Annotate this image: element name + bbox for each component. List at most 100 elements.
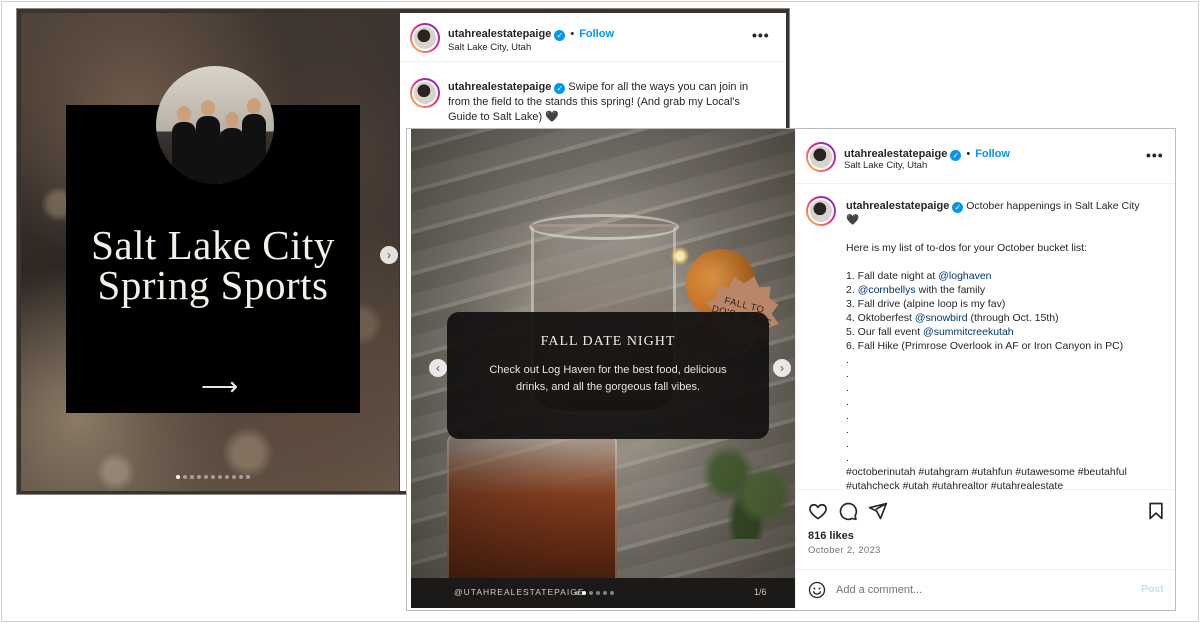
avatar[interactable]	[410, 23, 440, 53]
mention-link[interactable]: @snowbird	[915, 312, 968, 324]
follow-button[interactable]: Follow	[579, 28, 614, 40]
mention-link[interactable]: @cornbellys	[858, 284, 916, 296]
carousel-next-button[interactable]: ›	[773, 359, 791, 377]
caption-list-item: 2. @cornbellys with the family	[846, 283, 1166, 297]
carousel-dot	[190, 475, 194, 479]
avatar[interactable]	[806, 142, 836, 172]
bookmark-icon[interactable]	[1146, 501, 1166, 521]
caption-list: 1. Fall date night at @loghaven 2. @cornb…	[846, 269, 1166, 353]
carousel-next-button[interactable]: ›	[380, 246, 398, 264]
caption-dot-lines: ........	[846, 353, 1166, 465]
avatar[interactable]	[806, 196, 836, 226]
carousel-dot	[582, 591, 586, 595]
avatar-image	[412, 80, 438, 106]
avatar-image	[412, 25, 438, 51]
caption-first-line: utahrealestatepaige ✓ October happenings …	[846, 199, 1166, 213]
carousel-dot	[197, 475, 201, 479]
person-figure	[196, 100, 220, 184]
more-options-icon[interactable]: •••	[1146, 147, 1164, 163]
comment-bar: Post	[796, 569, 1175, 610]
caption-item-text: with the family	[915, 284, 986, 296]
slide-title-line: Salt Lake City	[91, 222, 335, 268]
verified-badge-icon: ✓	[952, 202, 964, 213]
verified-badge-icon: ✓	[950, 150, 962, 161]
carousel-dot	[204, 475, 208, 479]
caption-text: utahrealestatepaige ✓ Swipe for all the w…	[448, 80, 768, 125]
person-figure	[220, 112, 244, 184]
instagram-post-october-happenings: FALL TO DO'S IN SLC FALL DATE NIGHT Chec…	[406, 128, 1176, 611]
carousel-dot	[176, 475, 180, 479]
post-actions	[796, 491, 1175, 531]
person-figure	[242, 98, 266, 184]
verified-badge-icon: ✓	[554, 83, 566, 94]
post-media-carousel[interactable]: FALL TO DO'S IN SLC FALL DATE NIGHT Chec…	[411, 129, 795, 608]
caption-item-text: 5. Our fall event	[846, 326, 924, 338]
caption-dot-line: .	[846, 438, 849, 450]
slide-title: Salt Lake City Spring Sports	[66, 222, 360, 308]
slide-handle: @UTAHREALESTATEPAIGE	[454, 587, 585, 597]
location-link[interactable]: Salt Lake City, Utah	[448, 42, 531, 53]
slide-card-title: FALL DATE NIGHT	[540, 334, 676, 349]
share-icon[interactable]	[868, 501, 888, 521]
carousel-dot	[575, 591, 579, 595]
caption-item-text: 1. Fall date night at	[846, 270, 939, 282]
carousel-dot	[246, 475, 250, 479]
slide-counter: 1/6	[754, 587, 767, 597]
team-photo-circle	[156, 66, 274, 184]
caption-list-item: 5. Our fall event @summitcreekutah	[846, 325, 1166, 339]
caption-dot-line: .	[846, 424, 849, 436]
comment-input[interactable]	[836, 578, 1126, 602]
carousel-indicator	[575, 591, 614, 595]
emoji-icon[interactable]	[808, 581, 826, 599]
post-comment-button[interactable]: Post	[1141, 583, 1164, 595]
caption-dot-line: .	[846, 382, 849, 394]
caption-item-text: (through Oct. 15th)	[967, 312, 1059, 324]
post-header: utahrealestatepaige ✓ • Follow Salt Lake Ci…	[796, 129, 1175, 184]
caption-text: utahrealestatepaige ✓ October happenings …	[846, 199, 1166, 489]
mention-link[interactable]: @loghaven	[938, 270, 991, 282]
username-link[interactable]: utahrealestatepaige	[846, 200, 949, 212]
caption-item-text: 4. Oktoberfest	[846, 312, 915, 324]
username-link[interactable]: utahrealestatepaige	[448, 28, 551, 40]
carousel-dot	[603, 591, 607, 595]
carousel-dot	[218, 475, 222, 479]
caption-dot-line: .	[846, 354, 849, 366]
post-sidebar: utahrealestatepaige ✓ • Follow Salt Lake Ci…	[795, 129, 1175, 610]
carousel-indicator	[176, 475, 250, 479]
caption-list-item: 4. Oktoberfest @snowbird (through Oct. 1…	[846, 311, 1166, 325]
post-date[interactable]: October 2, 2023	[808, 545, 881, 556]
carousel-dot	[610, 591, 614, 595]
hashtag-line[interactable]: #octoberinutah #utahgram #utahfun #utawe…	[846, 465, 1166, 479]
more-options-icon[interactable]: •••	[752, 27, 770, 43]
like-count[interactable]: 816 likes	[808, 530, 854, 542]
avatar[interactable]	[410, 78, 440, 108]
hashtag-line[interactable]: #utahcheck #utah #utahrealtor #utahreale…	[846, 479, 1166, 489]
post-header: utahrealestatepaige ✓ • Follow Salt Lake Ci…	[400, 13, 786, 62]
caption-headline: October happenings in Salt Lake City	[966, 200, 1140, 212]
carousel-dot	[232, 475, 236, 479]
caption-dot-line: .	[846, 410, 849, 422]
header-userline: utahrealestatepaige ✓ • Follow	[448, 24, 614, 42]
slide-text-card: FALL DATE NIGHT Check out Log Haven for …	[447, 312, 769, 439]
username-link[interactable]: utahrealestatepaige	[448, 81, 551, 93]
carousel-dot	[183, 475, 187, 479]
carousel-dot	[239, 475, 243, 479]
caption-list-item: 1. Fall date night at @loghaven	[846, 269, 1166, 283]
comment-icon[interactable]	[838, 501, 858, 521]
username-link[interactable]: utahrealestatepaige	[844, 148, 947, 160]
location-link[interactable]: Salt Lake City, Utah	[844, 160, 927, 171]
carousel-dot	[225, 475, 229, 479]
slide-footer: @UTAHREALESTATEPAIGE 1/6	[411, 578, 795, 608]
mention-link[interactable]: @summitcreekutah	[923, 326, 1014, 338]
caption-list-item: 3. Fall drive (alpine loop is my fav)	[846, 297, 1166, 311]
carousel-prev-button[interactable]: ‹	[429, 359, 447, 377]
caption-list-item: 6. Fall Hike (Primrose Overlook in AF or…	[846, 339, 1166, 353]
slide-title-line: Spring Sports	[97, 262, 329, 308]
heart-icon[interactable]	[808, 501, 828, 521]
caption-item-text: 2.	[846, 284, 858, 296]
post-media-carousel[interactable]: Salt Lake City Spring Sports ⟶ ›	[21, 13, 399, 491]
follow-button[interactable]: Follow	[975, 148, 1010, 160]
caption-intro: Here is my list of to-dos for your Octob…	[846, 242, 1087, 254]
avatar-image	[808, 198, 834, 224]
